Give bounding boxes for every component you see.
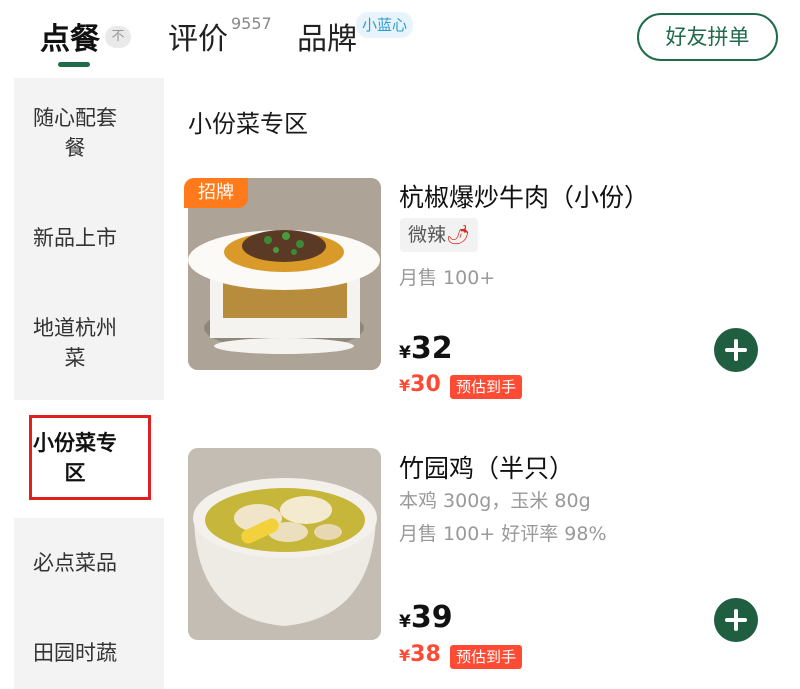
dish-spec: 本鸡 300g，玉米 80g xyxy=(399,490,591,512)
dish-name[interactable]: 杭椒爆炒牛肉（小份） xyxy=(399,178,649,214)
estimated-price: ¥38 xyxy=(399,642,441,667)
sidebar-item-label: 地道杭州菜 xyxy=(33,316,117,370)
add-to-cart-button[interactable] xyxy=(714,328,758,372)
currency-symbol: ¥ xyxy=(399,646,411,665)
top-tab-bar: 点餐 不 评价 9557 品牌 小蓝心 好友拼单 xyxy=(0,0,800,78)
currency-symbol: ¥ xyxy=(399,612,411,632)
sidebar-corner xyxy=(14,518,164,538)
sidebar-item-label: 必点菜品 xyxy=(33,551,117,575)
sidebar-corner xyxy=(14,380,164,400)
spicy-tag: 微辣🌶 xyxy=(400,218,479,252)
add-to-cart-button[interactable] xyxy=(714,598,758,642)
chicken-dish-illustration xyxy=(188,448,381,640)
spicy-label: 微辣 xyxy=(408,224,447,246)
sidebar-item-vegetables[interactable]: 田园时蔬 xyxy=(0,638,150,668)
price: ¥32 xyxy=(399,331,453,366)
sidebar-item-hangzhou[interactable]: 地道杭州菜 xyxy=(0,313,150,373)
chili-icon: 🌶 xyxy=(446,224,471,246)
brand-badge: 小蓝心 xyxy=(356,12,414,38)
tab-order[interactable]: 点餐 xyxy=(40,14,100,58)
estimated-price-tag: 预估到手 xyxy=(450,375,523,399)
price: ¥39 xyxy=(399,600,453,635)
group-order-button[interactable]: 好友拼单 xyxy=(637,13,778,61)
sidebar-item-combo[interactable]: 随心配套餐 xyxy=(0,103,150,163)
estimated-price: ¥30 xyxy=(399,372,441,397)
sidebar-item-label: 随心配套餐 xyxy=(33,106,117,160)
sidebar-item-new[interactable]: 新品上市 xyxy=(0,223,150,253)
active-tab-indicator xyxy=(58,62,90,67)
estimated-price-value: 30 xyxy=(410,372,441,397)
sidebar-item-label: 田园时蔬 xyxy=(33,641,117,665)
price-value: 32 xyxy=(410,331,453,366)
estimated-price-value: 38 xyxy=(410,642,441,667)
estimated-price-tag: 预估到手 xyxy=(450,645,523,669)
tab-brand[interactable]: 品牌 xyxy=(297,14,357,58)
highlight-box xyxy=(29,415,151,500)
review-count: 9557 xyxy=(231,14,272,33)
currency-symbol: ¥ xyxy=(399,343,411,363)
currency-symbol: ¥ xyxy=(399,376,411,395)
monthly-sales: 月售 100+ xyxy=(399,267,496,289)
dish-image[interactable] xyxy=(188,448,381,640)
section-title: 小份菜专区 xyxy=(188,110,308,138)
sales-and-rating: 月售 100+ 好评率 98% xyxy=(399,523,607,545)
tab-order-badge: 不 xyxy=(105,26,131,48)
sidebar-item-must-order[interactable]: 必点菜品 xyxy=(0,548,150,578)
dish-name[interactable]: 竹园鸡（半只） xyxy=(399,449,574,485)
tab-review[interactable]: 评价 xyxy=(168,14,228,58)
price-value: 39 xyxy=(410,600,453,635)
signature-badge: 招牌 xyxy=(184,178,248,208)
sidebar-item-label: 新品上市 xyxy=(33,226,117,250)
